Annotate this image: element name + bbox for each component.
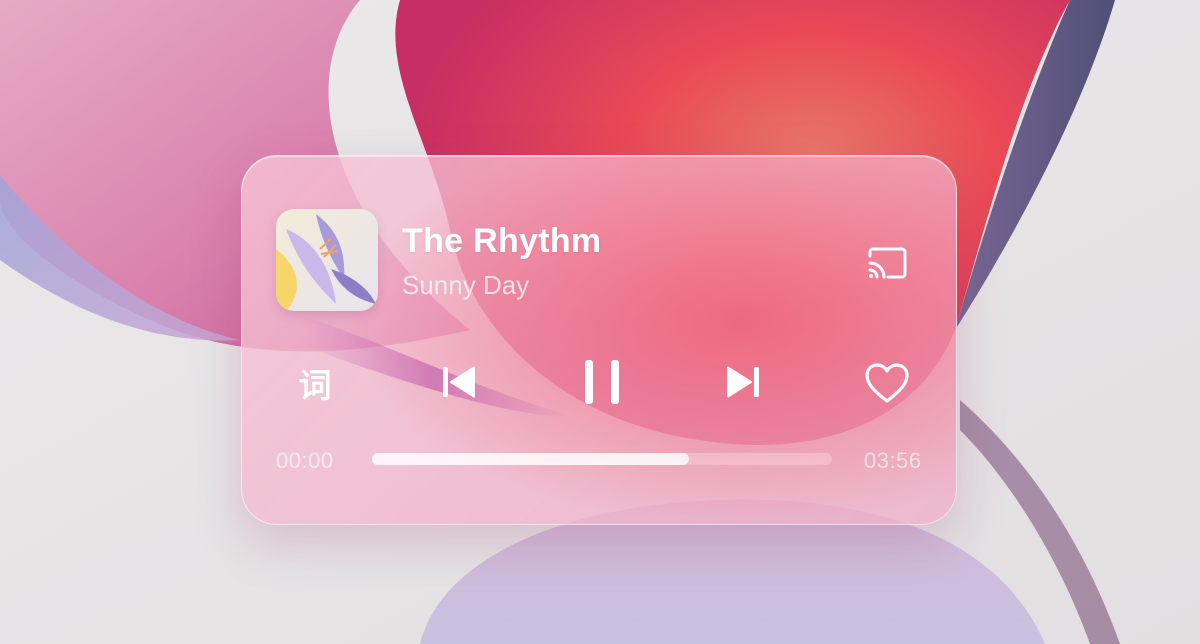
- lyrics-icon: 词: [298, 366, 332, 405]
- cast-button[interactable]: [862, 241, 912, 285]
- music-player-card: The Rhythm Sunny Day 词 00:00 03:56: [241, 155, 957, 525]
- cast-icon: [868, 247, 907, 279]
- favorite-button[interactable]: [860, 358, 914, 408]
- next-track-button[interactable]: [722, 360, 764, 404]
- album-art-image: [276, 209, 378, 311]
- total-time: 03:56: [864, 448, 922, 473]
- pause-button[interactable]: [578, 356, 626, 408]
- track-title: The Rhythm: [402, 222, 602, 260]
- pause-icon: [585, 360, 619, 404]
- previous-track-button[interactable]: [438, 360, 480, 404]
- skip-previous-icon: [443, 366, 475, 398]
- album-art[interactable]: [276, 209, 378, 311]
- progress-fill: [372, 453, 690, 465]
- progress-bar[interactable]: [372, 453, 832, 465]
- artist-name: Sunny Day: [402, 270, 530, 300]
- skip-next-icon: [727, 366, 759, 398]
- heart-icon: [865, 363, 909, 403]
- current-time: 00:00: [276, 448, 334, 473]
- lyrics-button[interactable]: 词: [290, 359, 340, 407]
